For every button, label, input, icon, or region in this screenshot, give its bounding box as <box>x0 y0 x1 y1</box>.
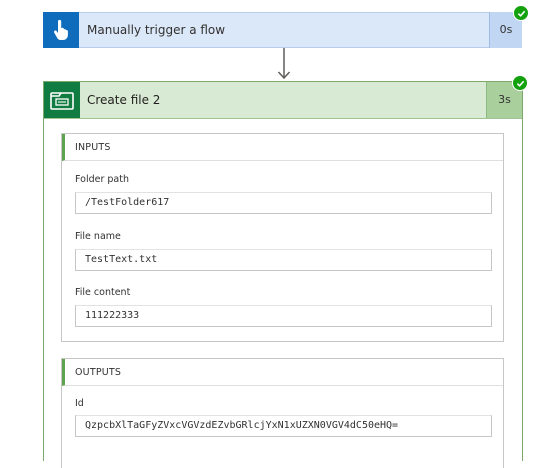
field-label-id: Id <box>75 398 84 409</box>
field-value-file-content[interactable]: 111222333 <box>75 305 492 327</box>
outputs-section: OUTPUTS Id QzpcbXlTaGFyZVxcVGVzdEZvbGRlc… <box>61 358 504 468</box>
inputs-header: INPUTS <box>62 134 503 161</box>
trigger-title: Manually trigger a flow <box>87 23 226 37</box>
action-card: Create file 2 3s INPUTS Folder path /Tes… <box>43 81 523 468</box>
success-check-icon <box>512 75 528 91</box>
connector-arrow-icon <box>277 48 291 80</box>
sharepoint-file-icon <box>44 82 80 118</box>
field-label-folder-path: Folder path <box>75 174 129 185</box>
action-header[interactable]: Create file 2 3s <box>44 82 522 119</box>
field-value-file-name[interactable]: TestText.txt <box>75 249 492 271</box>
field-value-id[interactable]: QzpcbXlTaGFyZVxcVGVzdEZvbGRlcjYxN1xUZXN0… <box>75 415 492 437</box>
field-label-file-content: File content <box>75 287 131 298</box>
field-label-file-name: File name <box>75 231 121 242</box>
inputs-section: INPUTS Folder path /TestFolder617 File n… <box>61 133 504 342</box>
outputs-header: OUTPUTS <box>62 359 503 386</box>
hand-tap-icon <box>43 12 79 48</box>
success-check-icon <box>513 5 529 21</box>
field-value-folder-path[interactable]: /TestFolder617 <box>75 192 492 214</box>
action-title: Create file 2 <box>87 93 161 107</box>
trigger-card[interactable]: Manually trigger a flow 0s <box>43 12 522 48</box>
